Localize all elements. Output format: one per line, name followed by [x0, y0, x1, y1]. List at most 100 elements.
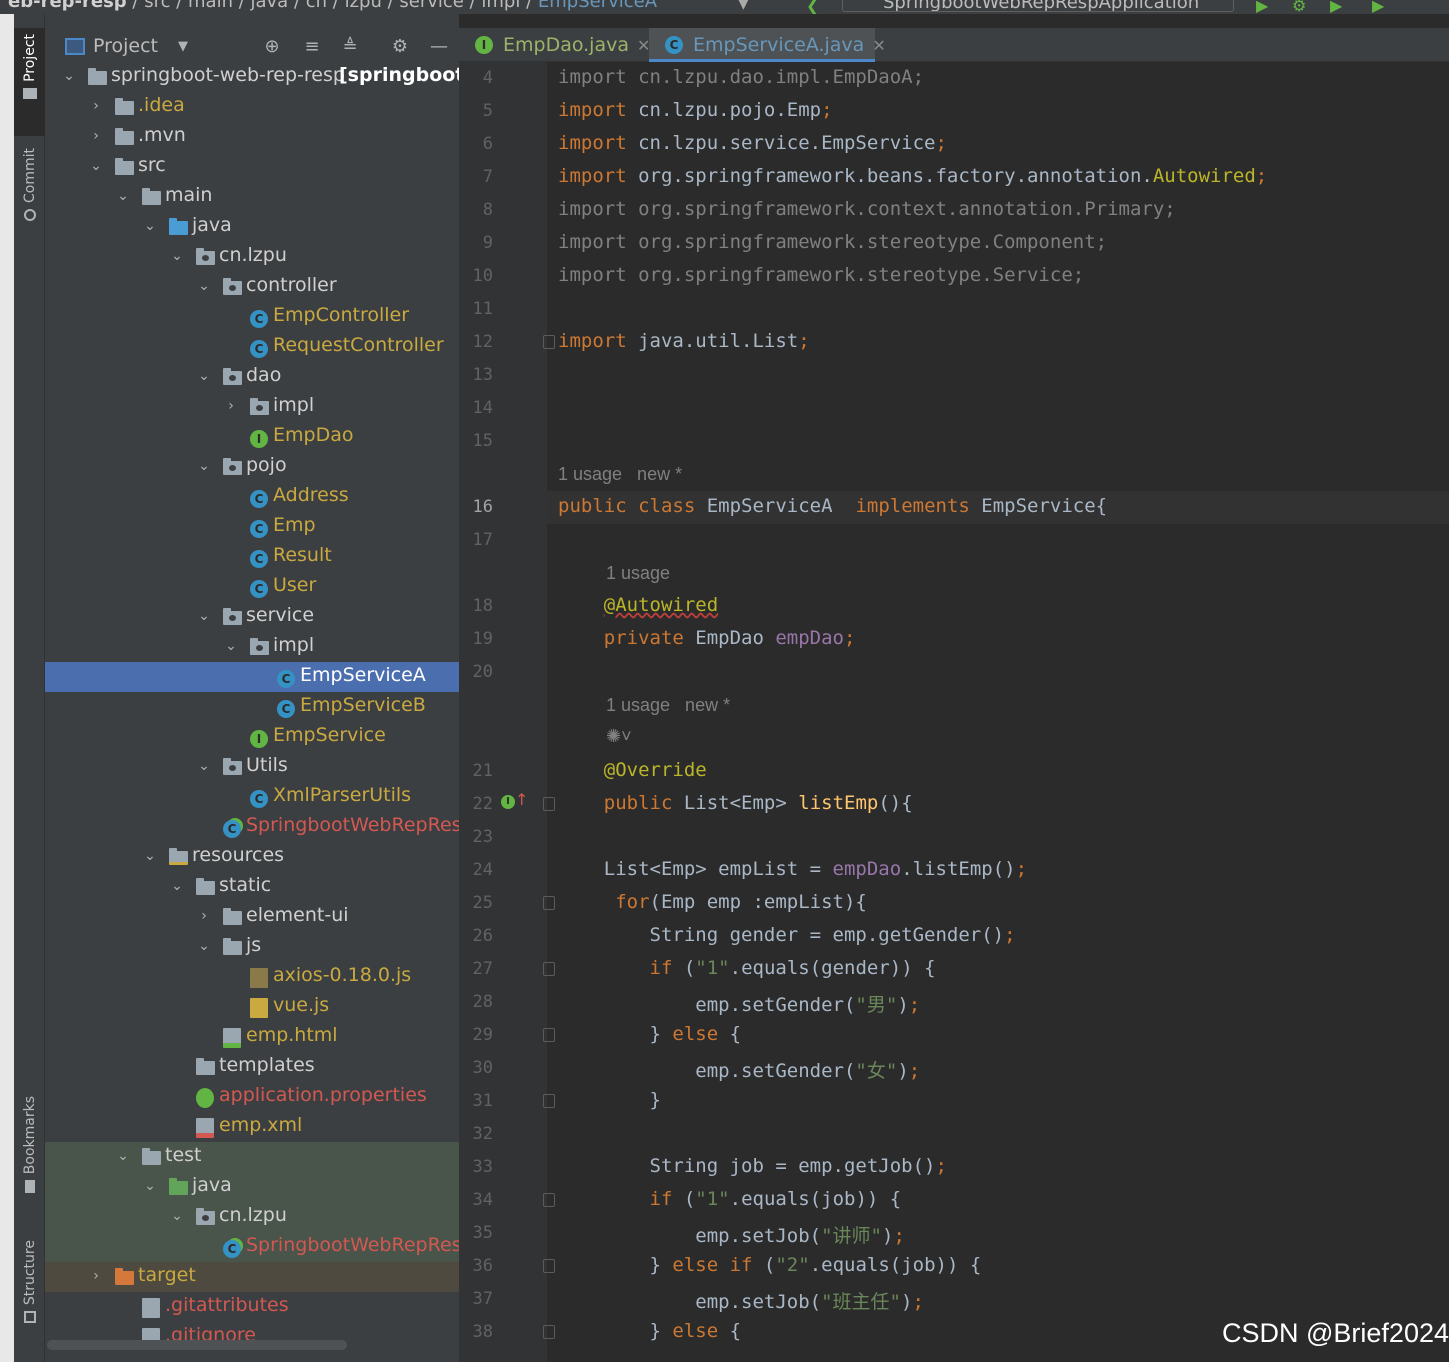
implements-method-icon[interactable]: I: [501, 795, 515, 809]
chevron-down-icon[interactable]: ⌄: [223, 638, 239, 654]
tree-item[interactable]: ⌄ dao: [45, 362, 459, 392]
chevron-right-icon[interactable]: ›: [223, 398, 239, 414]
usage-inlay-hint[interactable]: 1 usage new *: [558, 464, 682, 485]
tree-item[interactable]: › element-ui: [45, 902, 459, 932]
tree-item[interactable]: ⌄ cn.lzpu: [45, 242, 459, 272]
chevron-down-icon[interactable]: ⌄: [88, 158, 104, 174]
code-line[interactable]: List<Emp> empList = empDao.listEmp();: [558, 858, 1027, 880]
chevron-down-icon[interactable]: ⌄: [196, 368, 212, 384]
code-line[interactable]: public class EmpServiceA implements EmpS…: [558, 495, 1107, 517]
tree-item[interactable]: › .mvn: [45, 122, 459, 152]
tree-item[interactable]: ⌄ src: [45, 152, 459, 182]
tree-item[interactable]: ⌄ resources: [45, 842, 459, 872]
code-line[interactable]: emp.setGender("男");: [558, 990, 920, 1017]
chevron-down-icon[interactable]: ⌄: [196, 608, 212, 624]
code-line[interactable]: import org.springframework.stereotype.Se…: [558, 264, 1084, 286]
tree-item[interactable]: C Emp: [45, 512, 459, 542]
tree-item[interactable]: C EmpController: [45, 302, 459, 332]
tree-item[interactable]: › target: [45, 1262, 459, 1292]
usage-inlay-hint[interactable]: 1 usage: [606, 563, 670, 584]
tree-item[interactable]: C SpringbootWebRepResp: [45, 812, 459, 842]
code-line[interactable]: private EmpDao empDao;: [558, 627, 856, 649]
code-line[interactable]: String gender = emp.getGender();: [558, 924, 1016, 946]
tree-item[interactable]: ⌄ impl: [45, 632, 459, 662]
close-icon[interactable]: ✕: [872, 36, 885, 55]
breadcrumb-item[interactable]: impl: [481, 0, 520, 12]
chevron-down-icon[interactable]: ▼: [172, 36, 194, 58]
chevron-down-icon[interactable]: ⌄: [196, 758, 212, 774]
code-line[interactable]: import cn.lzpu.pojo.Emp;: [558, 99, 833, 121]
tree-item[interactable]: C Result: [45, 542, 459, 572]
tool-tab-project[interactable]: Project: [14, 28, 45, 136]
breadcrumb-item[interactable]: EmpServiceA: [538, 0, 657, 12]
tree-item[interactable]: emp.xml: [45, 1112, 459, 1142]
chevron-down-icon[interactable]: ⌄: [142, 218, 158, 234]
code-line[interactable]: } else {: [558, 1023, 742, 1045]
chevron-down-icon[interactable]: ⌄: [196, 938, 212, 954]
run-configuration-select[interactable]: SpringbootWebRepRespApplication: [842, 0, 1234, 12]
run-icon[interactable]: ▶: [1256, 0, 1274, 14]
breadcrumb[interactable]: eb-rep-resp / src / main / java / cn / l…: [8, 0, 657, 12]
tab-empdao-java[interactable]: I EmpDao.java ✕: [459, 28, 650, 62]
project-view-selector[interactable]: Project: [93, 35, 158, 57]
chevron-down-icon[interactable]: ⌄: [196, 278, 212, 294]
tree-item[interactable]: ⌄ Utils: [45, 752, 459, 782]
breadcrumb-item[interactable]: src: [144, 0, 170, 12]
tool-tab-commit[interactable]: Commit: [14, 144, 45, 244]
chevron-down-icon[interactable]: ⌄: [61, 68, 77, 84]
tree-item[interactable]: ⌄ cn.lzpu: [45, 1202, 459, 1232]
tree-item[interactable]: vue.js: [45, 992, 459, 1022]
locate-icon[interactable]: ⊕: [261, 36, 283, 58]
tree-item[interactable]: C EmpServiceA: [45, 662, 459, 692]
tool-tab-structure[interactable]: Structure: [14, 1240, 45, 1352]
chevron-down-icon[interactable]: ⌄: [169, 1208, 185, 1224]
minimize-icon[interactable]: —: [428, 36, 450, 58]
spring-beans-icon[interactable]: ✺˅: [606, 726, 632, 747]
tree-item[interactable]: C Address: [45, 482, 459, 512]
code-line[interactable]: emp.setJob("班主任");: [558, 1287, 924, 1314]
back-arrow-icon[interactable]: ❮: [806, 0, 824, 14]
code-line[interactable]: }: [558, 1089, 661, 1111]
breadcrumb-item[interactable]: cn: [306, 0, 327, 12]
tree-item[interactable]: ⌄ service: [45, 602, 459, 632]
tree-item[interactable]: .gitattributes: [45, 1292, 459, 1322]
breadcrumb-item[interactable]: eb-rep-resp: [8, 0, 127, 12]
gear-icon[interactable]: ⚙: [389, 36, 411, 58]
code-line[interactable]: if ("1".equals(gender)) {: [558, 957, 936, 979]
debug-icon[interactable]: ⚙: [1292, 0, 1310, 14]
expand-all-icon[interactable]: ≡: [301, 36, 323, 58]
tree-item[interactable]: › .idea: [45, 92, 459, 122]
code-line[interactable]: } else if ("2".equals(job)) {: [558, 1254, 982, 1276]
code-line[interactable]: @Override: [558, 759, 707, 781]
tree-item[interactable]: I EmpService: [45, 722, 459, 752]
code-line[interactable]: public List<Emp> listEmp(){: [558, 792, 913, 814]
tree-item[interactable]: templates: [45, 1052, 459, 1082]
code-line[interactable]: emp.setJob("讲师");: [558, 1221, 905, 1248]
tree-item[interactable]: C RequestController: [45, 332, 459, 362]
tree-item[interactable]: ⌄ test: [45, 1142, 459, 1172]
tree-item[interactable]: ⌄ springboot-web-rep-resp [springboot-r: [45, 62, 459, 92]
code-line[interactable]: for(Emp emp :empList){: [558, 891, 867, 913]
code-line[interactable]: import cn.lzpu.service.EmpService;: [558, 132, 947, 154]
chevron-down-icon[interactable]: ⌄: [142, 1178, 158, 1194]
code-line[interactable]: if ("1".equals(job)) {: [558, 1188, 902, 1210]
tool-tab-bookmarks[interactable]: Bookmarks: [14, 1096, 45, 1226]
tree-item[interactable]: C User: [45, 572, 459, 602]
tree-item[interactable]: C SpringbootWebRepResp: [45, 1232, 459, 1262]
chevron-right-icon[interactable]: ›: [196, 908, 212, 924]
breadcrumb-item[interactable]: service: [399, 0, 463, 12]
coverage-icon[interactable]: ▶: [1330, 0, 1348, 14]
chevron-down-icon[interactable]: ⌄: [169, 878, 185, 894]
chevron-down-icon[interactable]: ⌄: [142, 848, 158, 864]
code-line[interactable]: @Autowired: [558, 594, 718, 616]
tree-item[interactable]: I EmpDao: [45, 422, 459, 452]
code-line[interactable]: import org.springframework.stereotype.Co…: [558, 231, 1107, 253]
tree-item[interactable]: ⌄ js: [45, 932, 459, 962]
code-line[interactable]: import java.util.List;: [558, 330, 810, 352]
collapse-all-icon[interactable]: ≜: [339, 36, 361, 58]
tab-empservicea-java[interactable]: C EmpServiceA.java ✕: [649, 28, 886, 62]
tree-item[interactable]: ⌄ static: [45, 872, 459, 902]
tree-item[interactable]: axios-0.18.0.js: [45, 962, 459, 992]
code-line[interactable]: import cn.lzpu.dao.impl.EmpDaoA;: [558, 66, 924, 88]
editor-gutter[interactable]: 4 5 6 7 8 9 10 11 12 13 14 15 16 17 18 19 20 21 22 23 24 25 26…: [459, 62, 555, 1362]
